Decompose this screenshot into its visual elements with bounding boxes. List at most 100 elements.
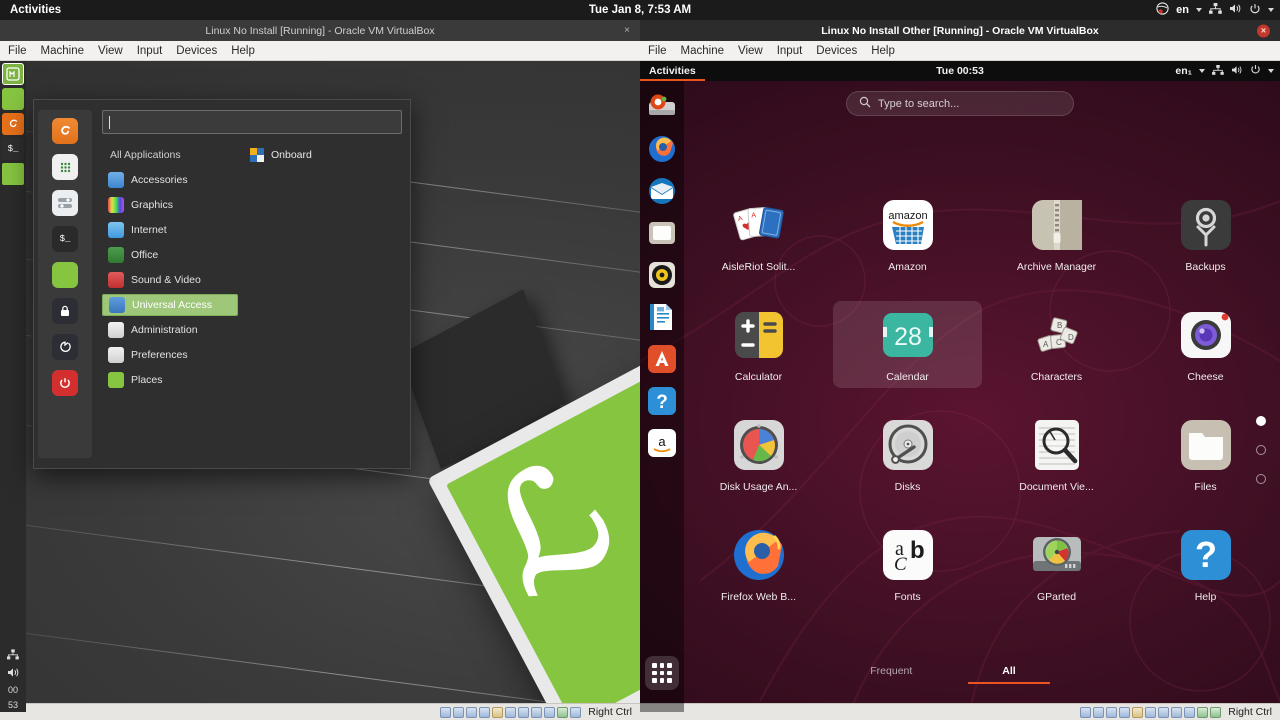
settings-icon[interactable] — [52, 190, 78, 216]
network-adapter-icon[interactable] — [1119, 706, 1131, 718]
mouse-integration-icon[interactable] — [1184, 706, 1196, 718]
page-dot-1[interactable] — [1256, 416, 1266, 426]
display-icon[interactable] — [518, 706, 530, 718]
optical-drive-icon[interactable] — [1093, 706, 1105, 718]
network-adapter-icon[interactable] — [479, 706, 491, 718]
app-aisleriot-solitaire[interactable]: A A AisleRiot Solit... — [684, 191, 833, 278]
vm-right-menu-machine[interactable]: Machine — [681, 45, 724, 57]
lock-icon[interactable] — [52, 298, 78, 324]
libreoffice-writer-icon[interactable] — [645, 300, 679, 334]
app-cheese[interactable]: Cheese — [1131, 301, 1280, 388]
vm-left-close-button[interactable]: × — [624, 25, 630, 36]
amazon-icon[interactable]: a — [645, 426, 679, 460]
display-icon[interactable] — [1158, 706, 1170, 718]
app-amazon[interactable]: amazon Amazon — [833, 191, 982, 278]
usb-icon[interactable] — [1132, 706, 1144, 718]
help-icon[interactable]: ? — [645, 384, 679, 418]
firefox-icon[interactable] — [52, 118, 78, 144]
app-help[interactable]: ? Help — [1131, 521, 1280, 608]
vm-left-menu-view[interactable]: View — [98, 45, 123, 57]
files-icon[interactable] — [645, 216, 679, 250]
mint-clock-hours[interactable]: 00 — [8, 685, 18, 695]
files-icon[interactable] — [2, 163, 24, 185]
search-input[interactable]: Type to search... — [846, 91, 1074, 116]
optical-drive-icon[interactable] — [453, 706, 465, 718]
vm-right-menu-devices[interactable]: Devices — [816, 45, 857, 57]
mint-category-graphics[interactable]: Graphics — [102, 194, 238, 216]
shared-folders-icon[interactable] — [1145, 706, 1157, 718]
mint-category-all-applications[interactable]: All Applications — [102, 144, 238, 166]
app-fonts[interactable]: abC Fonts — [833, 521, 982, 608]
firefox-icon[interactable] — [2, 113, 24, 135]
app-calculator[interactable]: Calculator — [684, 301, 833, 388]
host-clock[interactable]: Tue Jan 8, 7:53 AM — [0, 4, 1280, 16]
app-calendar[interactable]: 28 Calendar — [833, 301, 982, 388]
vm-right-menu-input[interactable]: Input — [777, 45, 803, 57]
app-characters[interactable]: A BCD Characters — [982, 301, 1131, 388]
mouse-integration-icon[interactable] — [544, 706, 556, 718]
mint-category-administration[interactable]: Administration — [102, 319, 238, 341]
host-activities-button[interactable]: Activities — [0, 4, 71, 16]
terminal-icon[interactable]: $_ — [52, 226, 78, 252]
vm-right-menu-view[interactable]: View — [738, 45, 763, 57]
vm-left-menu-input[interactable]: Input — [137, 45, 163, 57]
ubuntu-activities-overview[interactable]: Activities Tue 00:53 en₁ Type to search.… — [640, 61, 1280, 712]
ubuntu-software-icon[interactable] — [645, 342, 679, 376]
audio-icon[interactable] — [1106, 706, 1118, 718]
terminal-icon[interactable]: $_ — [2, 138, 24, 160]
vm-left-titlebar[interactable]: Linux No Install [Running] - Oracle VM V… — [0, 20, 640, 41]
mint-menu-search-input[interactable] — [102, 110, 402, 134]
app-backups[interactable]: Backups — [1131, 191, 1280, 278]
mint-clock-minutes[interactable]: 53 — [8, 700, 18, 710]
vm-right-menu-help[interactable]: Help — [871, 45, 895, 57]
guest-additions-icon[interactable] — [1197, 706, 1209, 718]
page-dot-2[interactable] — [1256, 445, 1266, 455]
page-dot-3[interactable] — [1256, 474, 1266, 484]
host-key-icon[interactable] — [1210, 706, 1222, 718]
vm-right-close-button[interactable]: × — [1257, 24, 1270, 37]
shared-folders-icon[interactable] — [505, 706, 517, 718]
host-key-icon[interactable] — [570, 706, 582, 718]
files-icon[interactable] — [52, 262, 78, 288]
vm-left-menu-file[interactable]: File — [8, 45, 27, 57]
app-archive-manager[interactable]: Archive Manager — [982, 191, 1131, 278]
recording-icon[interactable] — [531, 706, 543, 718]
tray-chevron-down-icon[interactable] — [1268, 8, 1274, 12]
mint-category-sound-video[interactable]: Sound & Video — [102, 269, 238, 291]
hard-disk-icon[interactable] — [440, 706, 452, 718]
app-document-viewer[interactable]: Document Vie... — [982, 411, 1131, 498]
audio-icon[interactable] — [466, 706, 478, 718]
app-gparted[interactable]: GParted — [982, 521, 1131, 608]
ubuntu-language-label[interactable]: en₁ — [1175, 65, 1192, 77]
network-icon[interactable] — [7, 649, 19, 662]
page-indicator[interactable] — [1256, 416, 1266, 484]
tab-all[interactable]: All — [968, 665, 1050, 684]
mint-category-preferences[interactable]: Preferences — [102, 344, 238, 366]
mint-category-places[interactable]: Places — [102, 369, 238, 391]
vm-right-titlebar[interactable]: Linux No Install Other [Running] - Oracl… — [640, 20, 1280, 41]
vm-left-menu-machine[interactable]: Machine — [41, 45, 84, 57]
show-applications-icon[interactable] — [645, 656, 679, 690]
ubuntu-system-tray[interactable]: en₁ — [1175, 64, 1274, 78]
mint-category-accessories[interactable]: Accessories — [102, 169, 238, 191]
logout-icon[interactable] — [52, 334, 78, 360]
app-firefox[interactable]: Firefox Web B... — [684, 521, 833, 608]
show-desktop-icon[interactable] — [2, 88, 24, 110]
vm-right-menu-file[interactable]: File — [648, 45, 667, 57]
tray-chevron-down-icon[interactable] — [1268, 69, 1274, 73]
guest-additions-icon[interactable] — [557, 706, 569, 718]
vm-left-menu-devices[interactable]: Devices — [176, 45, 217, 57]
software-manager-icon[interactable] — [52, 154, 78, 180]
app-disk-usage-analyzer[interactable]: Disk Usage An... — [684, 411, 833, 498]
mint-app-onboard[interactable]: Onboard — [250, 144, 402, 166]
usb-icon[interactable] — [492, 706, 504, 718]
recording-icon[interactable] — [1171, 706, 1183, 718]
hard-disk-icon[interactable] — [1080, 706, 1092, 718]
mint-category-office[interactable]: Office — [102, 244, 238, 266]
rhythmbox-icon[interactable] — [645, 258, 679, 292]
volume-icon[interactable] — [7, 667, 20, 680]
power-icon[interactable] — [52, 370, 78, 396]
tab-frequent[interactable]: Frequent — [870, 665, 912, 684]
mint-category-internet[interactable]: Internet — [102, 219, 238, 241]
firefox-icon[interactable] — [645, 132, 679, 166]
